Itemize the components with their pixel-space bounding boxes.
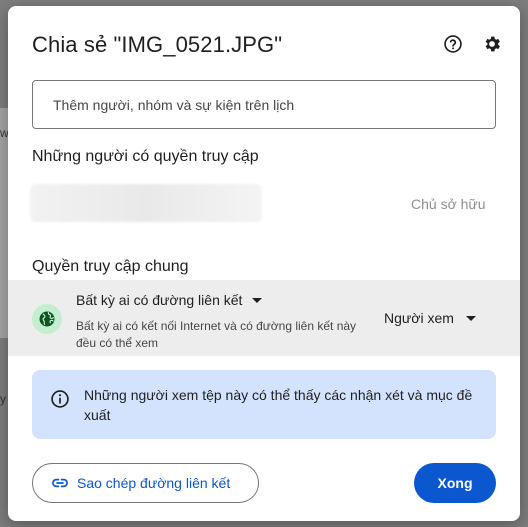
chevron-down-icon bbox=[252, 297, 263, 303]
people-with-access-title: Những người có quyền truy cập bbox=[32, 148, 259, 165]
role-dropdown[interactable]: Người xem bbox=[384, 310, 476, 326]
general-access-selected: Bất kỳ ai có đường liên kết bbox=[76, 292, 243, 308]
background-fragment: y bbox=[0, 392, 6, 406]
role-selected: Người xem bbox=[384, 310, 454, 326]
settings-button[interactable] bbox=[480, 32, 504, 56]
link-icon bbox=[52, 478, 68, 488]
info-banner: Những người xem tệp này có thể thấy các … bbox=[32, 370, 496, 439]
dialog-title: Chia sẻ "IMG_0521.JPG" bbox=[32, 32, 283, 57]
add-people-input[interactable] bbox=[32, 80, 496, 129]
gear-icon bbox=[485, 36, 500, 52]
copy-link-label: Sao chép đường liên kết bbox=[77, 475, 231, 491]
general-access-row: Bất kỳ ai có đường liên kết Bất kỳ ai có… bbox=[8, 280, 520, 356]
owner-role-label: Chủ sở hữu bbox=[411, 196, 486, 212]
owner-entry-redacted bbox=[30, 184, 262, 222]
help-circle-icon bbox=[444, 35, 462, 53]
share-dialog: Chia sẻ "IMG_0521.JPG" Những người có qu… bbox=[8, 6, 520, 521]
general-access-dropdown[interactable]: Bất kỳ ai có đường liên kết bbox=[76, 292, 263, 308]
globe-icon bbox=[39, 311, 55, 327]
globe-icon-container bbox=[32, 304, 62, 334]
done-button[interactable]: Xong bbox=[414, 463, 496, 503]
info-banner-text: Những người xem tệp này có thể thấy các … bbox=[84, 387, 473, 423]
copy-link-button[interactable]: Sao chép đường liên kết bbox=[32, 463, 259, 503]
chevron-down-icon bbox=[465, 315, 476, 321]
general-access-title: Quyền truy cập chung bbox=[32, 258, 189, 275]
general-access-description: Bất kỳ ai có kết nối Internet và có đườn… bbox=[76, 319, 357, 350]
info-icon bbox=[51, 390, 69, 408]
help-button[interactable] bbox=[441, 32, 465, 56]
